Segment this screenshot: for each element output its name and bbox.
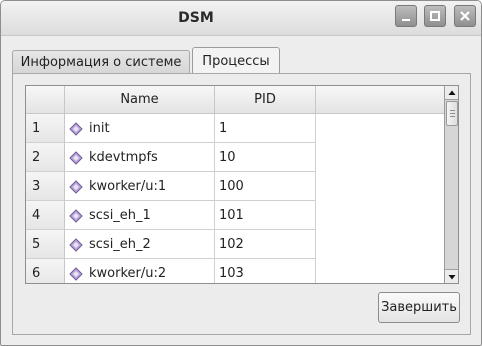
close-icon xyxy=(460,11,470,21)
arrow-down-icon xyxy=(448,275,456,280)
process-diamond-icon xyxy=(69,122,83,136)
title-bar[interactable]: DSM xyxy=(1,1,481,36)
process-name: scsi_eh_1 xyxy=(89,208,151,223)
scroll-thumb[interactable] xyxy=(446,101,458,126)
pid-cell[interactable]: 1 xyxy=(215,114,316,143)
table-row[interactable]: 6 kworker/u:2 103 xyxy=(26,259,316,283)
row-number[interactable]: 2 xyxy=(26,143,65,172)
pid-cell[interactable]: 102 xyxy=(215,230,316,259)
process-diamond-icon xyxy=(69,151,83,165)
name-cell[interactable]: kworker/u:2 xyxy=(65,259,215,283)
table-row[interactable]: 1 init 1 xyxy=(26,114,316,143)
maximize-icon xyxy=(430,11,440,21)
dsm-window: DSM Информация о системе Процессы Name P… xyxy=(0,0,482,346)
process-name: init xyxy=(89,121,110,136)
header-filler xyxy=(316,86,444,114)
process-diamond-icon xyxy=(69,238,83,252)
finish-process-button[interactable]: Завершить xyxy=(378,292,460,323)
vertical-scrollbar[interactable] xyxy=(444,86,458,283)
row-number[interactable]: 6 xyxy=(26,259,65,283)
column-header-name[interactable]: Name xyxy=(65,86,215,114)
minimize-button[interactable] xyxy=(395,5,417,27)
process-table: Name PID 1 init 1 2 kdevtmpfs 10 3 kwork… xyxy=(25,85,459,284)
process-diamond-icon xyxy=(69,209,83,223)
pid-cell[interactable]: 101 xyxy=(215,201,316,230)
scroll-up-button[interactable] xyxy=(445,86,458,100)
row-number[interactable]: 3 xyxy=(26,172,65,201)
maximize-button[interactable] xyxy=(424,5,446,27)
name-cell[interactable]: scsi_eh_1 xyxy=(65,201,215,230)
row-number[interactable]: 4 xyxy=(26,201,65,230)
name-cell[interactable]: kworker/u:1 xyxy=(65,172,215,201)
table-row[interactable]: 5 scsi_eh_2 102 xyxy=(26,230,316,259)
processes-panel: Name PID 1 init 1 2 kdevtmpfs 10 3 kwork… xyxy=(12,73,471,335)
table-row[interactable]: 4 scsi_eh_1 101 xyxy=(26,201,316,230)
pid-cell[interactable]: 10 xyxy=(215,143,316,172)
process-diamond-icon xyxy=(69,267,83,281)
pid-cell[interactable]: 100 xyxy=(215,172,316,201)
process-name: kworker/u:2 xyxy=(89,266,167,281)
pid-cell[interactable]: 103 xyxy=(215,259,316,283)
column-header-pid[interactable]: PID xyxy=(215,86,316,114)
table-corner-button[interactable] xyxy=(26,86,65,114)
row-number[interactable]: 1 xyxy=(26,114,65,143)
scroll-down-button[interactable] xyxy=(445,269,458,283)
name-cell[interactable]: kdevtmpfs xyxy=(65,143,215,172)
process-name: kdevtmpfs xyxy=(89,150,158,165)
close-button[interactable] xyxy=(454,5,476,27)
window-title: DSM xyxy=(178,10,214,26)
process-name: kworker/u:1 xyxy=(89,179,167,194)
name-cell[interactable]: scsi_eh_2 xyxy=(65,230,215,259)
name-cell[interactable]: init xyxy=(65,114,215,143)
process-name: scsi_eh_2 xyxy=(89,237,151,252)
process-diamond-icon xyxy=(69,180,83,194)
table-row[interactable]: 2 kdevtmpfs 10 xyxy=(26,143,316,172)
arrow-up-icon xyxy=(448,90,456,95)
row-number[interactable]: 5 xyxy=(26,230,65,259)
table-row[interactable]: 3 kworker/u:1 100 xyxy=(26,172,316,201)
tab-system-info[interactable]: Информация о системе xyxy=(12,50,190,74)
tab-processes[interactable]: Процессы xyxy=(192,47,280,75)
minimize-icon xyxy=(402,19,410,21)
